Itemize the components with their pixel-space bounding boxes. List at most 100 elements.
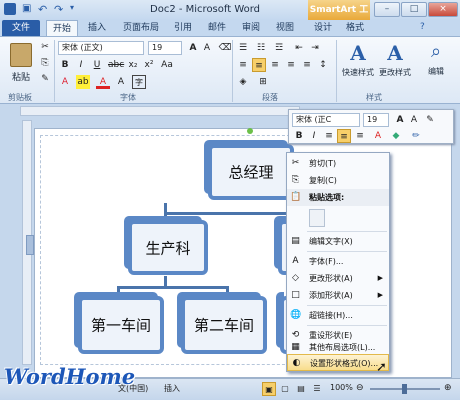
align-center-icon[interactable]: ≡: [252, 58, 266, 72]
context-menu: ✂ 剪切(T) ⎘ 复制(C) 📋 粘贴选项: ▤ 编辑文字(X) A 字体(F)... …: [286, 152, 390, 372]
minimize-button[interactable]: –: [374, 2, 400, 17]
close-button[interactable]: ×: [428, 2, 458, 17]
mini-grow-font-icon[interactable]: A: [393, 113, 407, 127]
mini-align-center-icon[interactable]: ≡: [337, 129, 351, 143]
highlight-icon[interactable]: ab: [76, 75, 90, 89]
format-painter-icon[interactable]: ✎: [38, 72, 52, 86]
org-node-production[interactable]: 生产科: [128, 220, 208, 275]
align-left-icon[interactable]: ≡: [236, 58, 250, 72]
tab-insert[interactable]: 插入: [82, 20, 112, 37]
mini-format-painter-icon[interactable]: ✎: [423, 113, 437, 127]
menu-item-format-shape[interactable]: ◐ 设置形状格式(O)...: [287, 354, 389, 371]
clear-format-icon[interactable]: ⌫: [218, 41, 232, 55]
change-case-icon[interactable]: Aa: [160, 58, 174, 72]
shrink-font-icon[interactable]: A: [200, 41, 214, 55]
tab-home[interactable]: 开始: [46, 20, 78, 37]
menu-item-cut[interactable]: ✂ 剪切(T): [287, 155, 389, 172]
org-node-workshop-2[interactable]: 第二车间: [181, 296, 267, 354]
line-spacing-icon[interactable]: ↕: [316, 58, 330, 72]
shading-icon[interactable]: ◈: [236, 75, 250, 89]
increase-indent-icon[interactable]: ⇥: [308, 41, 322, 55]
undo-icon[interactable]: ↶: [38, 3, 50, 16]
mini-font-name-box[interactable]: 宋体 (正C: [292, 113, 360, 127]
decrease-indent-icon[interactable]: ⇤: [292, 41, 306, 55]
outline-view-icon[interactable]: ☰: [310, 382, 324, 396]
group-separator: [232, 40, 233, 102]
mini-align-left-icon[interactable]: ≡: [322, 129, 336, 143]
mini-shape-fill-icon[interactable]: ◆: [389, 129, 403, 143]
maximize-button[interactable]: □: [401, 2, 427, 17]
save-icon[interactable]: ▣: [22, 3, 34, 15]
full-screen-view-icon[interactable]: ▢: [278, 382, 292, 396]
strikethrough-button[interactable]: abc: [108, 58, 124, 72]
zoom-in-icon[interactable]: ⊕: [444, 383, 452, 393]
word-app-icon[interactable]: [4, 3, 16, 15]
mini-shape-outline-icon[interactable]: ✏: [409, 129, 423, 143]
org-node-workshop-1[interactable]: 第一车间: [78, 296, 164, 354]
multilevel-list-icon[interactable]: ☲: [272, 41, 286, 55]
tab-format[interactable]: 格式: [340, 20, 370, 37]
mini-bold-button[interactable]: B: [292, 129, 306, 143]
mini-font-color-icon[interactable]: A: [371, 129, 385, 143]
zoom-out-icon[interactable]: ⊖: [356, 383, 364, 393]
character-shading-icon[interactable]: A: [114, 75, 128, 89]
mini-font-size-box[interactable]: 19: [363, 113, 389, 127]
distribute-icon[interactable]: ≡: [300, 58, 314, 72]
bold-button[interactable]: B: [58, 58, 72, 72]
customize-qat-icon[interactable]: ▾: [70, 3, 82, 15]
tab-references[interactable]: 引用: [168, 20, 198, 37]
mini-align-right-icon[interactable]: ≡: [353, 129, 367, 143]
redo-icon[interactable]: ↷: [54, 3, 66, 16]
editing-button[interactable]: ⌕ 编辑: [420, 40, 452, 88]
menu-item-edit-text[interactable]: ▤ 编辑文字(X): [287, 233, 389, 250]
tab-view[interactable]: 视图: [270, 20, 300, 37]
underline-button[interactable]: U: [90, 58, 104, 72]
font-name-box[interactable]: 宋体 (正文): [58, 41, 144, 55]
align-right-icon[interactable]: ≡: [268, 58, 282, 72]
quick-styles-button[interactable]: A 快速样式: [340, 40, 376, 88]
tab-review[interactable]: 审阅: [236, 20, 266, 37]
web-layout-view-icon[interactable]: ▤: [294, 382, 308, 396]
borders-icon[interactable]: ⊞: [256, 75, 270, 89]
paste-keep-text-only-icon[interactable]: [309, 209, 325, 227]
change-styles-label: 更改样式: [379, 68, 411, 77]
org-node-general-manager[interactable]: 总经理: [208, 144, 294, 200]
help-icon[interactable]: ?: [420, 22, 425, 32]
zoom-slider-thumb[interactable]: [402, 384, 407, 394]
tab-design[interactable]: 设计: [308, 20, 338, 37]
paste-button[interactable]: 粘贴: [6, 40, 36, 88]
grow-font-icon[interactable]: A: [186, 41, 200, 55]
zoom-level[interactable]: 100%: [330, 383, 353, 392]
horizontal-ruler[interactable]: [20, 106, 300, 116]
rotate-handle[interactable]: [247, 128, 253, 134]
mini-shrink-font-icon[interactable]: A: [407, 113, 421, 127]
menu-item-copy[interactable]: ⎘ 复制(C): [287, 172, 389, 189]
status-insert-mode[interactable]: 插入: [164, 383, 180, 394]
group-clipboard-label: 剪贴板: [8, 93, 32, 102]
superscript-button[interactable]: x²: [142, 58, 156, 72]
enclose-character-icon[interactable]: 字: [132, 75, 146, 89]
tab-page-layout[interactable]: 页面布局: [116, 20, 166, 37]
menu-item-font[interactable]: A 字体(F)...: [287, 253, 389, 270]
cut-icon[interactable]: ✂: [38, 40, 52, 54]
bullets-icon[interactable]: ☰: [236, 41, 250, 55]
change-styles-button[interactable]: A 更改样式: [378, 40, 412, 88]
print-layout-view-icon[interactable]: ▣: [262, 382, 276, 396]
group-separator: [336, 40, 337, 102]
font-size-box[interactable]: 19: [148, 41, 182, 55]
menu-item-add-shape[interactable]: □ 添加形状(A) ▶: [287, 287, 389, 304]
numbering-icon[interactable]: ☷: [254, 41, 268, 55]
font-color-icon[interactable]: A: [96, 75, 110, 89]
subscript-button[interactable]: x₂: [126, 58, 140, 72]
copy-icon[interactable]: ⎘: [38, 56, 52, 70]
text-pane-toggle[interactable]: [26, 235, 34, 255]
tab-file[interactable]: 文件: [2, 20, 40, 37]
menu-item-hyperlink[interactable]: 🌐 超链接(H)...: [287, 307, 389, 324]
italic-button[interactable]: I: [74, 58, 88, 72]
mini-italic-button[interactable]: I: [307, 129, 321, 143]
tab-mailings[interactable]: 邮件: [202, 20, 232, 37]
format-shape-icon: ◐: [292, 358, 301, 368]
text-effects-icon[interactable]: A: [58, 75, 72, 89]
justify-icon[interactable]: ≡: [284, 58, 298, 72]
menu-item-change-shape[interactable]: ◇ 更改形状(A) ▶: [287, 270, 389, 287]
